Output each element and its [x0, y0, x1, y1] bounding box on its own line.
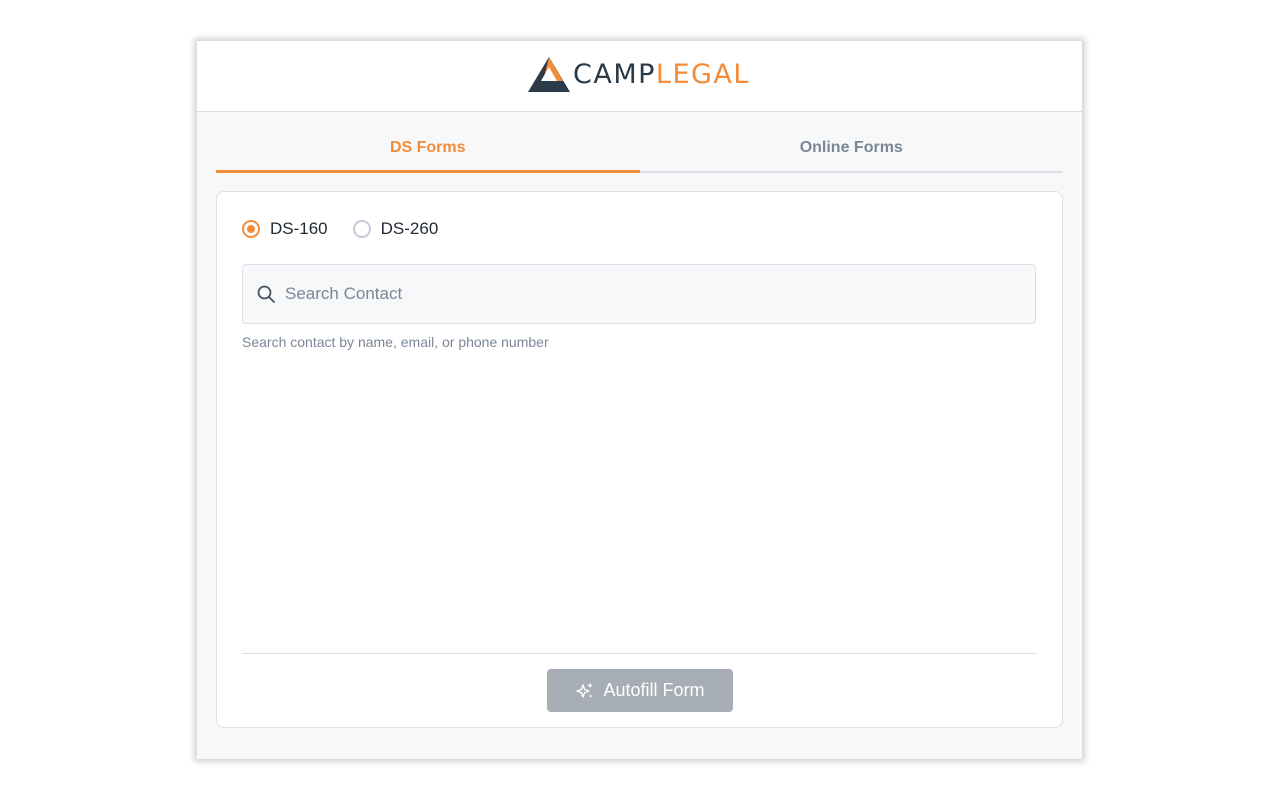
ds-forms-card: DS-160 DS-260 Search contact by name, em…: [216, 191, 1063, 728]
logo-camp-text: CAMP: [573, 58, 656, 90]
radio-label-ds160: DS-160: [270, 219, 328, 238]
tab-online-forms[interactable]: Online Forms: [640, 125, 1064, 171]
footer-divider: [242, 653, 1037, 654]
sparkle-icon: [576, 682, 594, 698]
radio-label-ds260: DS-260: [380, 219, 439, 238]
search-helper-text: Search contact by name, email, or phone …: [242, 334, 549, 350]
logo-wordmark: CAMPLEGAL: [573, 61, 750, 88]
search-contact-input[interactable]: [283, 283, 1027, 305]
radio-option-ds260[interactable]: DS-260: [352, 219, 439, 239]
radio-ds160[interactable]: [242, 220, 260, 238]
search-icon: [257, 285, 275, 303]
logo-mark-icon: [528, 57, 570, 92]
radio-option-ds160[interactable]: DS-160: [242, 219, 328, 239]
camplegal-logo: CAMPLEGAL: [527, 54, 750, 94]
autofill-form-label: Autofill Form: [603, 680, 705, 700]
autofill-form-button[interactable]: Autofill Form: [547, 669, 733, 712]
form-tabs: DS Forms Online Forms: [216, 125, 1063, 173]
extension-panel: CAMPLEGAL DS Forms Online Forms DS-160 D…: [197, 41, 1082, 759]
form-type-radio-group: DS-160 DS-260: [242, 217, 463, 241]
radio-ds260[interactable]: [352, 220, 371, 238]
logo-legal-text: LEGAL: [655, 58, 750, 90]
header: CAMPLEGAL: [197, 41, 1082, 112]
tab-ds-forms[interactable]: DS Forms: [216, 125, 640, 173]
search-contact-field[interactable]: [242, 264, 1036, 324]
